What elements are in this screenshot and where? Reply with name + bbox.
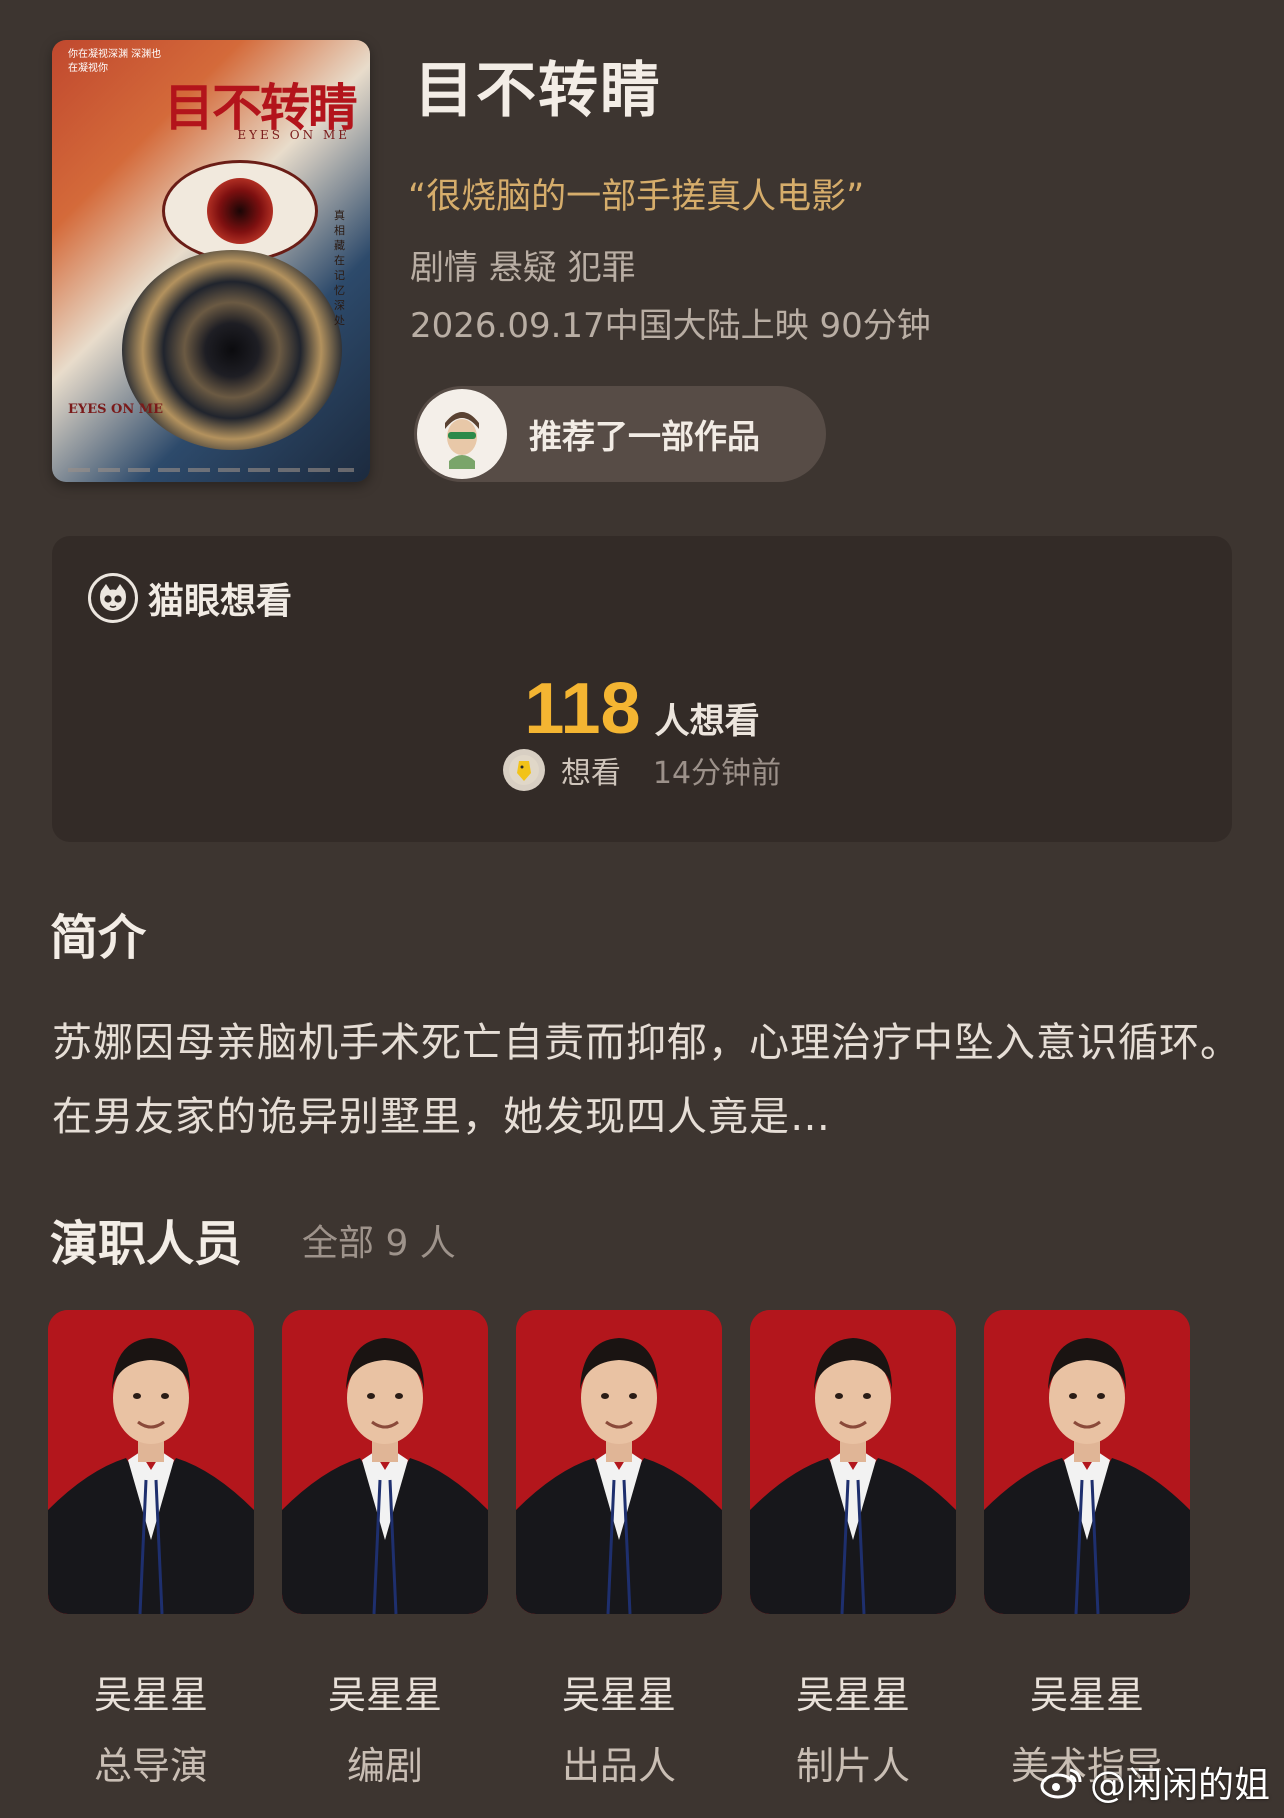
cast-role: 制片人	[795, 1744, 910, 1788]
cast-all-link[interactable]: 全部 9 人	[302, 1214, 456, 1266]
recommend-button[interactable]: 推荐了一部作品	[414, 386, 826, 482]
cast-member[interactable]: 吴星星 编剧	[282, 1310, 488, 1790]
recent-want-row[interactable]: 想看 14分钟前	[52, 748, 1232, 792]
watermark: @闲闲的姐	[1040, 1756, 1270, 1808]
cast-member[interactable]: 吴星星 制片人	[750, 1310, 956, 1790]
cast-name: 吴星星	[93, 1673, 208, 1717]
cat-logo-icon	[88, 573, 138, 623]
poster-vortex-art	[122, 250, 342, 450]
cast-photo	[984, 1310, 1190, 1614]
movie-genres: 剧情 悬疑 犯罪	[410, 248, 636, 288]
maoyan-brand: 猫眼想看	[88, 572, 292, 624]
cast-name: 吴星星	[1029, 1673, 1144, 1717]
want-count: 118	[524, 669, 641, 749]
cast-member[interactable]: 吴星星 美术指导	[984, 1310, 1190, 1790]
recent-user-avatar-icon	[502, 749, 545, 791]
want-count-row: 118 人想看	[52, 668, 1232, 750]
cast-name: 吴星星	[327, 1673, 442, 1717]
cast-name: 吴星星	[561, 1673, 676, 1717]
brand-label: 猫眼想看	[148, 581, 293, 622]
recommend-label: 推荐了一部作品	[529, 417, 760, 456]
movie-poster[interactable]: 你在凝视深渊 深渊也在凝视你 目不转睛 EYES ON ME 真相藏在记忆深处 …	[52, 40, 370, 482]
poster-tagline: 你在凝视深渊 深渊也在凝视你	[68, 49, 162, 74]
poster-footer: EYES ON ME	[68, 402, 164, 417]
poster-eye-art	[162, 160, 318, 262]
synopsis-text[interactable]: 苏娜因母亲脑机手术死亡自责而抑郁，心理治疗中坠入意识循环。在男友家的诡异别墅里，…	[52, 1006, 1242, 1154]
synopsis-title: 简介	[50, 910, 147, 966]
cast-photo	[282, 1310, 488, 1614]
recent-want-time: 14分钟前	[652, 756, 782, 791]
watermark-text: @闲闲的姐	[1089, 1765, 1270, 1806]
poster-credits	[68, 468, 354, 472]
page-title: 目不转睛	[414, 56, 662, 126]
movie-quote: “很烧脑的一部手搓真人电影”	[408, 177, 865, 217]
cast-member[interactable]: 吴星星 总导演	[48, 1310, 254, 1790]
want-unit: 人想看	[654, 702, 760, 742]
want-to-see-card: 猫眼想看 118 人想看 想看 14分钟前	[52, 536, 1232, 842]
cast-photo	[48, 1310, 254, 1614]
cast-name: 吴星星	[795, 1673, 910, 1717]
poster-side-text: 真相藏在记忆深处	[334, 209, 345, 327]
cast-photo	[750, 1310, 956, 1614]
recent-want-label: 想看	[560, 756, 621, 791]
cast-member[interactable]: 吴星星 出品人	[516, 1310, 722, 1790]
cast-role: 编剧	[346, 1744, 423, 1788]
release-info: 2026.09.17中国大陆上映 90分钟	[410, 306, 931, 346]
cast-photo	[516, 1310, 722, 1614]
user-avatar-icon	[417, 389, 507, 479]
weibo-icon	[1040, 1768, 1082, 1799]
poster-subtitle: EYES ON ME	[237, 128, 350, 142]
cast-section-title: 演职人员	[50, 1216, 243, 1272]
cast-role: 总导演	[93, 1744, 208, 1788]
cast-role: 出品人	[561, 1744, 676, 1788]
cast-list: 吴星星 总导演 吴星星 编剧 吴星星 出品人 吴星星 制片人 吴星星 美术指导	[48, 1310, 1190, 1790]
